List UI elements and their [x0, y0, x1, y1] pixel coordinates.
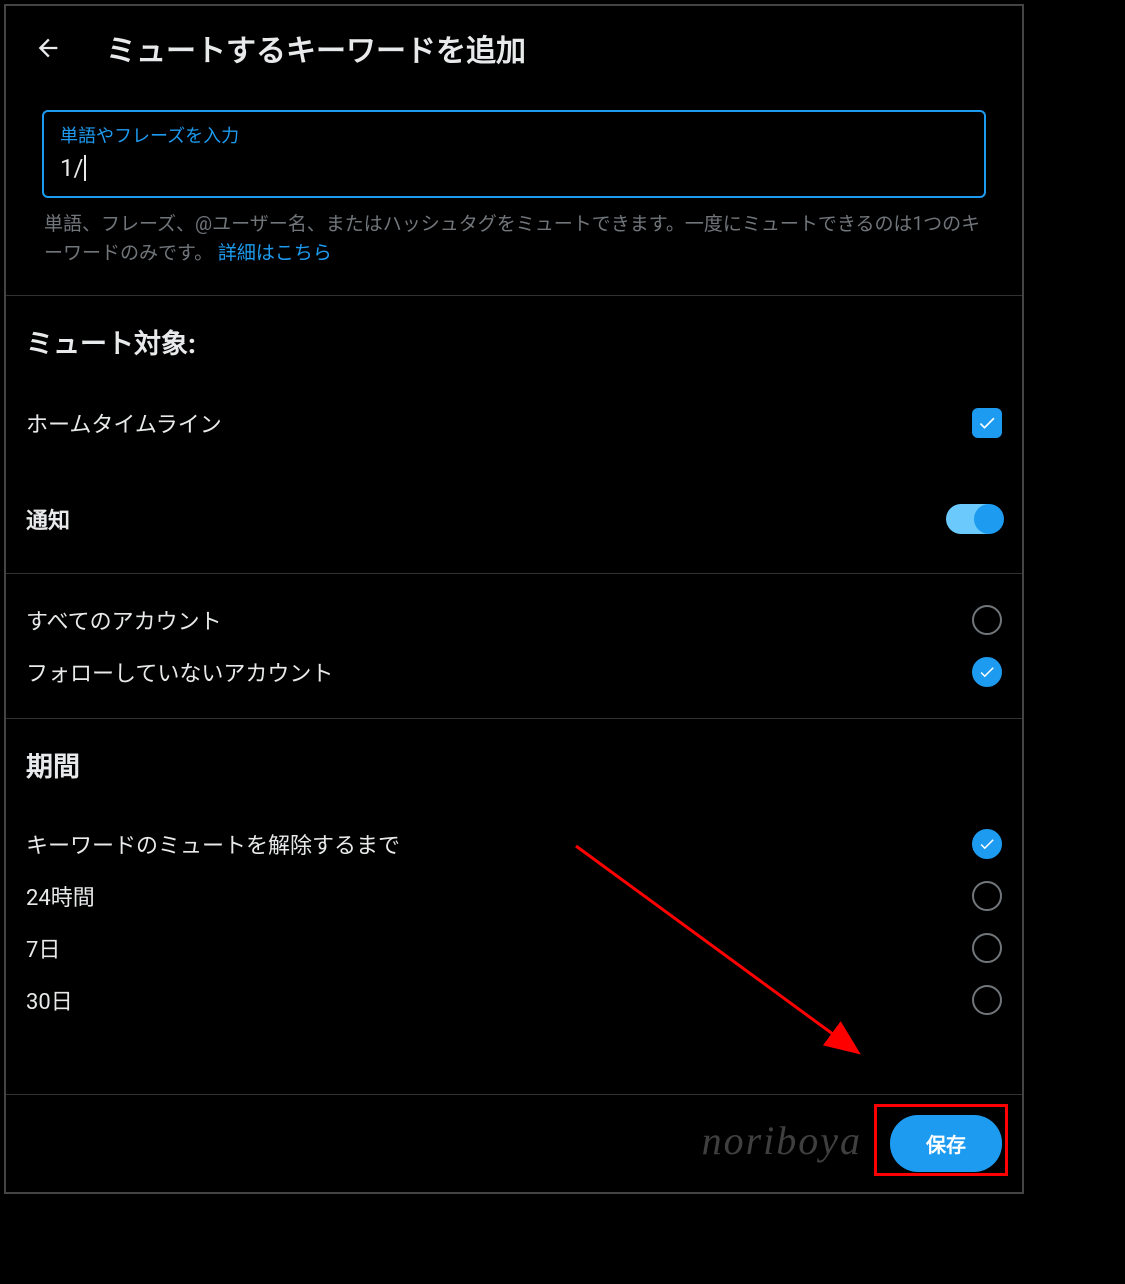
duration-option-row: キーワードのミュートを解除するまで: [26, 818, 1002, 870]
page-title: ミュートするキーワードを追加: [106, 26, 526, 70]
duration-option-label: 7日: [26, 932, 60, 964]
home-timeline-row: ホームタイムライン: [26, 395, 1002, 451]
all-accounts-radio[interactable]: [972, 605, 1002, 635]
keyword-input-section: 単語やフレーズを入力 1/ 単語、フレーズ、@ユーザー名、またはハッシュタグをミ…: [6, 90, 1022, 295]
duration-option-row: 7日: [26, 922, 1002, 974]
duration-section: 期間 キーワードのミュートを解除するまで 24時間 7日 30日: [6, 718, 1022, 1046]
back-arrow-icon[interactable]: [30, 30, 66, 66]
duration-option-row: 30日: [26, 974, 1002, 1026]
input-label: 単語やフレーズを入力: [60, 122, 968, 148]
input-value: 1/: [60, 154, 968, 182]
all-accounts-row: すべてのアカウント: [26, 594, 1002, 646]
help-link[interactable]: 詳細はこちら: [218, 241, 332, 264]
help-text: 単語、フレーズ、@ユーザー名、またはハッシュタグをミュートできます。一度にミュー…: [42, 198, 986, 285]
notifications-toggle[interactable]: [946, 504, 1002, 534]
keyword-input[interactable]: 単語やフレーズを入力 1/: [42, 110, 986, 198]
mute-target-section: ミュート対象: ホームタイムライン 通知: [6, 295, 1022, 573]
notifications-row: 通知: [26, 491, 1002, 547]
header: ミュートするキーワードを追加: [6, 6, 1022, 90]
not-following-row: フォローしていないアカウント: [26, 646, 1002, 698]
save-button[interactable]: 保存: [890, 1115, 1002, 1172]
all-accounts-label: すべてのアカウント: [26, 604, 222, 636]
home-timeline-checkbox[interactable]: [972, 408, 1002, 438]
duration-option-radio-0[interactable]: [972, 829, 1002, 859]
notifications-label: 通知: [26, 503, 70, 535]
home-timeline-label: ホームタイムライン: [26, 407, 222, 439]
accounts-section: すべてのアカウント フォローしていないアカウント: [6, 573, 1022, 718]
duration-option-label: 30日: [26, 984, 73, 1016]
not-following-label: フォローしていないアカウント: [26, 656, 333, 688]
duration-option-row: 24時間: [26, 870, 1002, 922]
duration-option-radio-2[interactable]: [972, 933, 1002, 963]
duration-option-radio-3[interactable]: [972, 985, 1002, 1015]
footer: 保存: [6, 1094, 1022, 1192]
not-following-radio[interactable]: [972, 657, 1002, 687]
duration-option-radio-1[interactable]: [972, 881, 1002, 911]
duration-option-label: 24時間: [26, 880, 95, 912]
mute-target-title: ミュート対象:: [26, 322, 1002, 361]
duration-option-label: キーワードのミュートを解除するまで: [26, 828, 400, 860]
duration-title: 期間: [26, 745, 1002, 784]
